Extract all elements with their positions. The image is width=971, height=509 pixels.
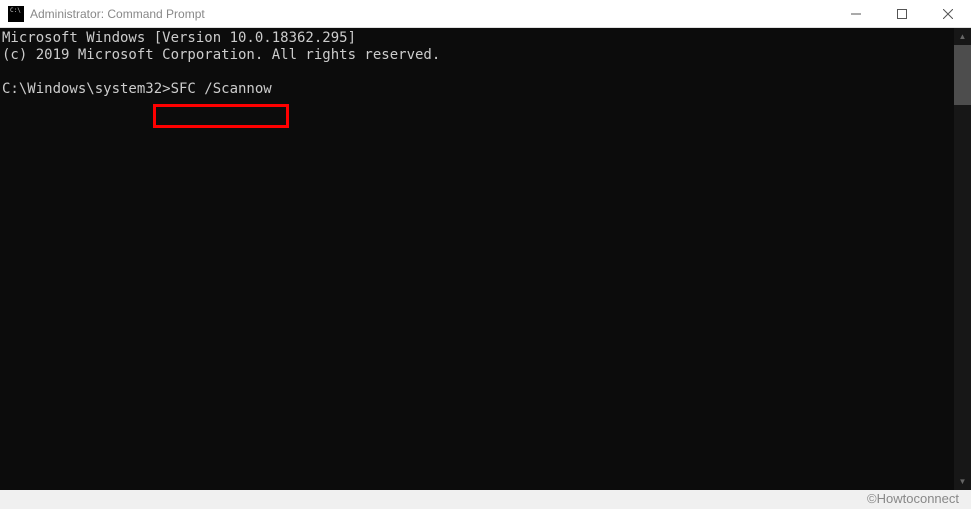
console-line-version: Microsoft Windows [Version 10.0.18362.29… bbox=[2, 30, 356, 46]
titlebar[interactable]: C:\ Administrator: Command Prompt bbox=[0, 0, 971, 28]
command-prompt-window: C:\ Administrator: Command Prompt Micros… bbox=[0, 0, 971, 490]
watermark-text: ©Howtoconnect bbox=[867, 491, 959, 506]
console-line-copyright: (c) 2019 Microsoft Corporation. All righ… bbox=[2, 47, 440, 63]
console-output[interactable]: Microsoft Windows [Version 10.0.18362.29… bbox=[0, 28, 954, 490]
console-command: SFC /Scannow bbox=[171, 81, 272, 97]
maximize-button[interactable] bbox=[879, 0, 925, 27]
scroll-up-arrow[interactable]: ▲ bbox=[954, 28, 971, 45]
minimize-button[interactable] bbox=[833, 0, 879, 27]
scroll-down-arrow[interactable]: ▼ bbox=[954, 473, 971, 490]
console-prompt-path: C:\Windows\system32> bbox=[2, 81, 171, 97]
console-area: Microsoft Windows [Version 10.0.18362.29… bbox=[0, 28, 971, 490]
vertical-scrollbar[interactable]: ▲ ▼ bbox=[954, 28, 971, 490]
scroll-thumb[interactable] bbox=[954, 45, 971, 105]
close-button[interactable] bbox=[925, 0, 971, 27]
window-title: Administrator: Command Prompt bbox=[30, 7, 833, 21]
window-controls bbox=[833, 0, 971, 27]
cmd-icon: C:\ bbox=[8, 6, 24, 22]
